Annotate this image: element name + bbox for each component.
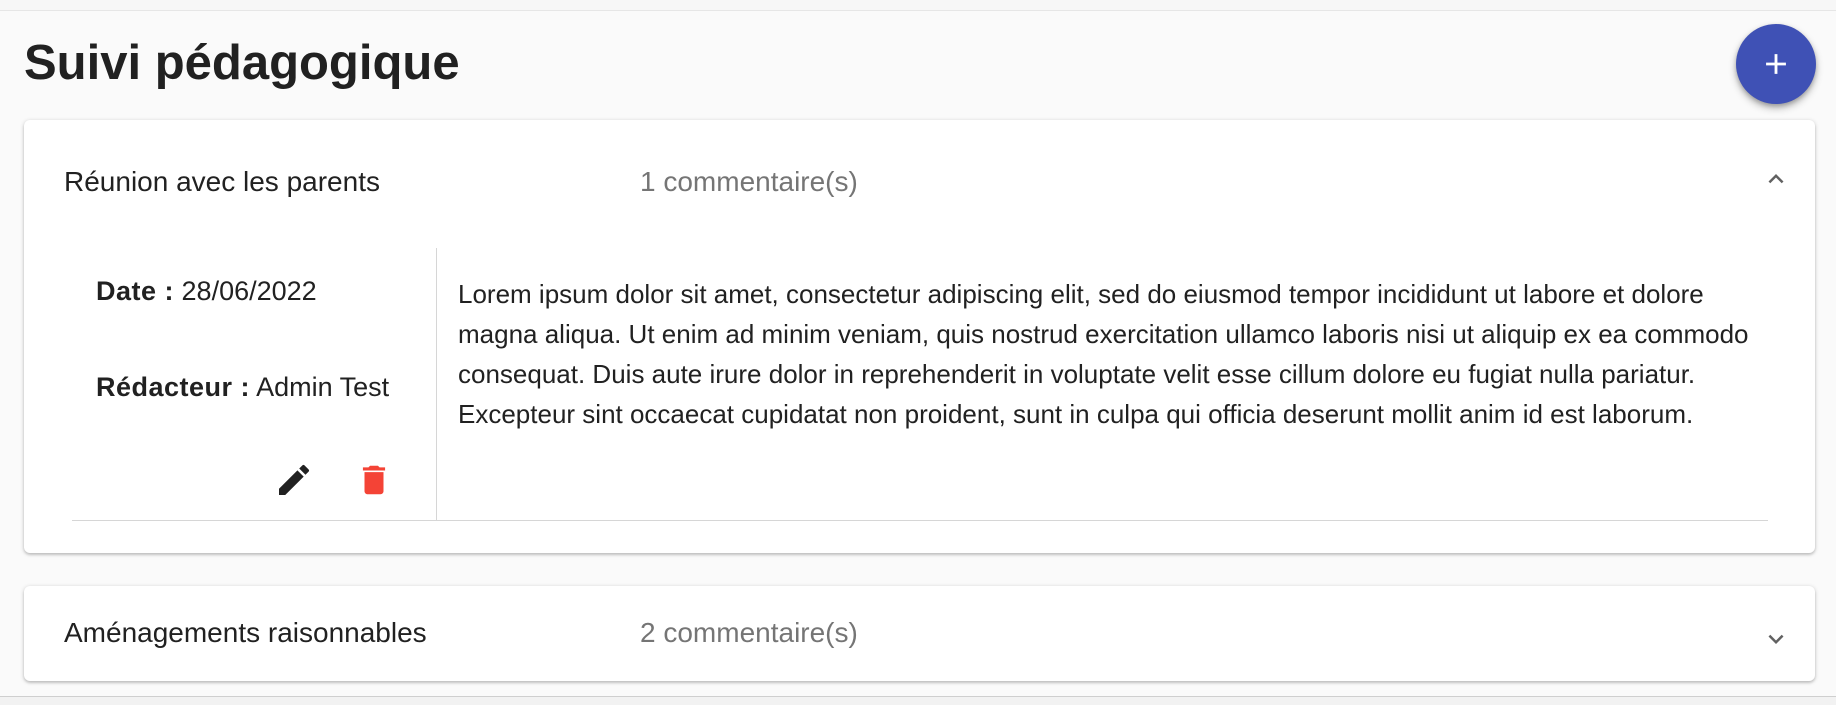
delete-comment-button[interactable]	[352, 458, 396, 502]
comment-count: 1 commentaire(s)	[640, 166, 858, 197]
top-bar-edge	[0, 0, 1836, 11]
comment-text: Lorem ipsum dolor sit amet, consectetur …	[458, 279, 1749, 429]
comment-count: 2 commentaire(s)	[640, 617, 858, 648]
comment-author: Rédacteur : Admin Test	[96, 370, 389, 404]
panel-title: Aménagements raisonnables	[64, 617, 427, 648]
chevron-up-icon[interactable]	[1761, 164, 1791, 194]
expansion-panel-accommodations: Aménagements raisonnables 2 commentaire(…	[24, 586, 1815, 681]
date-label: Date :	[96, 276, 175, 306]
author-label: Rédacteur :	[96, 372, 251, 402]
comment-meta: Date : 28/06/2022 Rédacteur : Admin Test	[72, 248, 437, 520]
panel-title: Réunion avec les parents	[64, 166, 380, 197]
add-entry-button[interactable]	[1736, 24, 1816, 104]
plus-icon	[1766, 54, 1786, 74]
expansion-panel-meeting: Réunion avec les parents 1 commentaire(s…	[24, 120, 1815, 553]
date-value: 28/06/2022	[181, 276, 317, 306]
pencil-icon	[279, 464, 310, 495]
comment-item: Date : 28/06/2022 Rédacteur : Admin Test…	[72, 248, 1768, 521]
page-title: Suivi pédagogique	[24, 36, 460, 90]
panel-header-meeting[interactable]: Réunion avec les parents 1 commentaire(s…	[24, 120, 1815, 248]
edit-comment-button[interactable]	[272, 458, 316, 502]
chevron-down-icon[interactable]	[1761, 624, 1791, 654]
panel-header-accommodations[interactable]: Aménagements raisonnables 2 commentaire(…	[24, 586, 1815, 681]
trash-icon	[362, 465, 386, 495]
comment-date: Date : 28/06/2022	[96, 274, 317, 308]
author-value: Admin Test	[256, 372, 390, 402]
